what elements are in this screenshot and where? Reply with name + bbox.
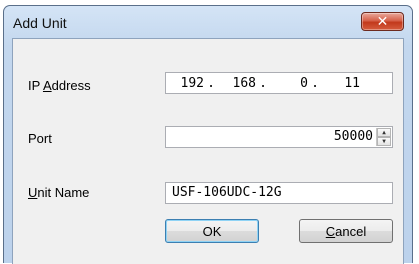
title-bar[interactable]: Add Unit ✕: [4, 6, 412, 38]
dialog-title: Add Unit: [13, 15, 67, 31]
ip-separator: .: [311, 75, 319, 91]
cancel-button[interactable]: Cancel: [299, 219, 393, 243]
ip-address-label: IP Address: [28, 78, 91, 93]
port-spin-buttons: ▲ ▼: [376, 128, 391, 146]
ip-address-input[interactable]: 192 . 168 . 0 . 11: [165, 72, 393, 94]
close-icon: ✕: [376, 13, 389, 30]
ip-address-mnemonic: A: [42, 78, 52, 93]
unit-name-input[interactable]: USF-106UDC-12G: [165, 182, 393, 204]
ip-separator: .: [259, 75, 267, 91]
cancel-mnemonic: C: [325, 223, 336, 239]
unit-name-mnemonic: U: [28, 185, 38, 200]
ip-octet-2[interactable]: 168: [218, 76, 256, 91]
spin-up-icon[interactable]: ▲: [377, 128, 391, 137]
ok-button[interactable]: OK: [165, 219, 259, 243]
port-label: Port: [28, 131, 52, 146]
port-value[interactable]: 50000: [334, 129, 373, 144]
add-unit-dialog: Add Unit ✕ IP Address 192 . 168 . 0 . 11…: [3, 5, 413, 264]
ip-separator: .: [207, 75, 215, 91]
ip-octet-3[interactable]: 0: [270, 76, 308, 91]
ip-octet-1[interactable]: 192: [166, 76, 204, 91]
unit-name-label: Unit Name: [28, 185, 90, 200]
port-stepper[interactable]: 50000 ▲ ▼: [165, 126, 393, 148]
close-button[interactable]: ✕: [361, 12, 404, 31]
dialog-body: IP Address 192 . 168 . 0 . 11 Port 50000…: [12, 38, 404, 264]
spin-down-icon[interactable]: ▼: [377, 137, 391, 146]
ip-octet-4[interactable]: 11: [322, 76, 360, 91]
